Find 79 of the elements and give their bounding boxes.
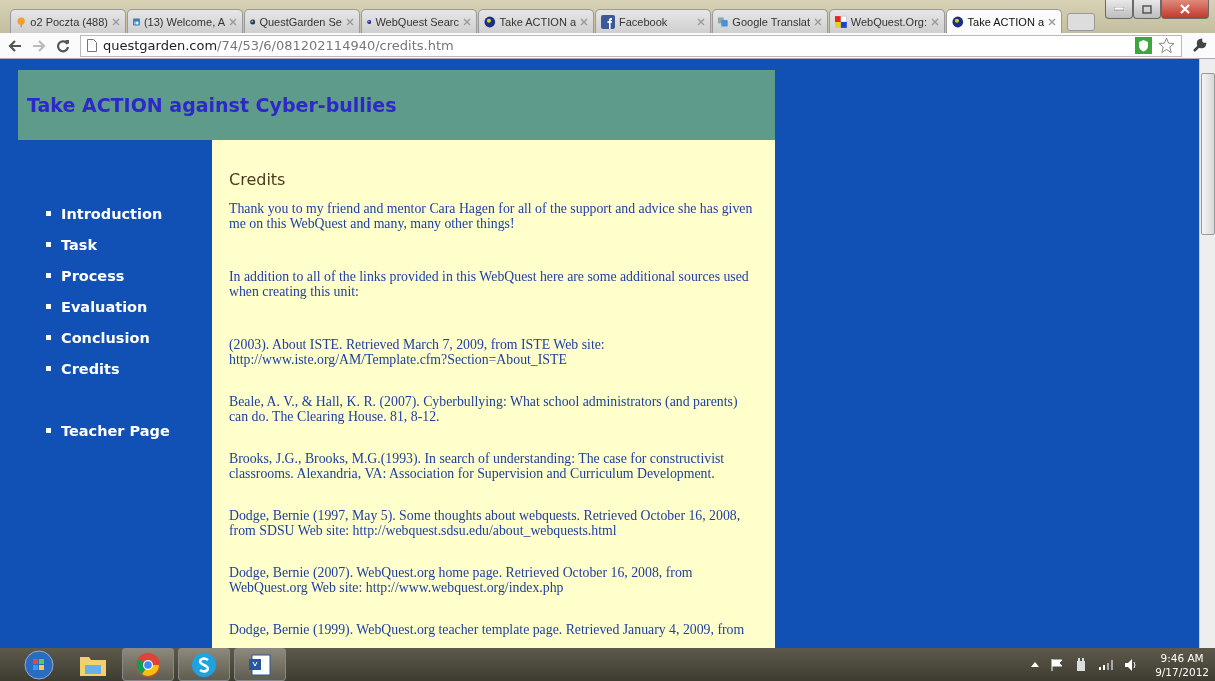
bullet-icon [46,211,51,216]
browser-tab[interactable]: Take ACTION a [478,9,594,33]
back-icon[interactable] [8,39,22,52]
reload-icon[interactable] [56,38,70,53]
document-app-button[interactable] [234,648,286,681]
reference-entry: (2003). About ISTE. Retrieved March 7, 2009, from ISTE Web site: http://www.iste.org/AM/Template.cfm?Section=About_ISTE [229,337,606,367]
browser-tab[interactable]: (13) Welcome, A [127,9,243,33]
bullet-icon [46,304,51,309]
squares-icon [835,14,847,29]
color-wheel-icon [135,651,161,678]
scroll-thumb[interactable] [1200,73,1215,235]
bullet-icon [46,366,51,371]
bullet-icon [46,428,51,433]
page-icon [87,39,97,52]
url-host: questgarden.com [103,38,218,53]
bullet-icon [46,242,51,247]
nav-link[interactable]: Evaluation [61,298,148,315]
reference-entry: Beale, A. V., & Hall, K. R. (2007). Cyberbullying: What school administrators (and parents) can do. The Clearing House. 81, 8-12. [229,394,739,424]
reference-entry: Dodge, Bernie (2007). WebQuest.org home page. Retrieved October 16, 2008, from WebQuest.org Web site: http://www.webquest.org/index.php [229,565,694,595]
nav-link[interactable]: Teacher Page [61,422,170,439]
four-squares-icon [24,649,54,680]
address-field[interactable]: questgarden.com/74/53/6/081202114940/credits.htm [80,34,1182,57]
close-icon[interactable] [229,17,237,26]
f-logo-icon [601,14,615,29]
nav-link[interactable]: Conclusion [61,329,150,346]
close-icon[interactable] [697,17,705,26]
bullet-icon [46,335,51,340]
clock-date: 9/17/2012 [1155,664,1209,679]
close-icon[interactable] [463,17,471,26]
wrench-icon[interactable] [1192,38,1207,53]
close-icon [1179,4,1191,14]
restore-button[interactable] [1133,0,1161,19]
paragraph: Thank you to my friend and mentor Cara Hagen for all of the support and advice she has given me on this WebQuest and many, many other things! [229,201,754,231]
star-icon[interactable] [1158,37,1175,54]
browser-tab[interactable]: Google Translat [712,9,828,33]
speaker-icon[interactable] [1125,658,1138,671]
close-icon[interactable] [346,17,354,26]
reference-entry: Brooks, J.G., Brooks, M.G.(1993). In search of understanding: The case for constructivist classrooms. Alexandria, VA: Association for Supervision and Curriculum Development. [229,451,726,481]
url-path: /74/53/6/081202114940/credits.htm [217,38,454,53]
power-plug-icon[interactable] [1075,657,1088,672]
restore-icon [1142,4,1152,14]
new-tab-button[interactable] [1067,13,1095,31]
translate-icon [718,14,729,29]
minimize-icon [1114,7,1124,11]
page-title: Take ACTION against Cyber-bullies [27,94,397,116]
reference-entry: Dodge, Bernie (1997, May 5). Some thoughts about webquests. Retrieved October 16, 2008, from SDSU Web site: http://webquest.sdsu.edu/about_webquests.html [229,508,742,538]
browser-tab[interactable]: Facebook [595,9,711,33]
browser-tab[interactable]: o2 Poczta (488) [10,9,126,33]
nav-link[interactable]: Task [61,236,98,253]
close-icon[interactable] [580,17,588,26]
document-icon [248,652,272,677]
up-arrow-icon[interactable] [1031,662,1040,667]
close-icon[interactable] [814,17,822,26]
bullet-icon [46,273,51,278]
close-icon[interactable] [112,17,120,26]
flag-icon[interactable] [1051,658,1064,671]
signal-bars-icon[interactable] [1099,659,1114,670]
reference-entry: Dodge, Bernie (1999). WebQuest.org teacher template page. Retrieved January 4, 2009, from [229,622,746,637]
nav-link[interactable]: Credits [61,360,120,377]
browser-tab[interactable]: Take ACTION a [946,9,1062,33]
nav-link[interactable]: Process [61,267,125,284]
browser-tab[interactable]: WebQuest.Org: [829,9,945,33]
close-button[interactable] [1161,0,1209,19]
close-icon[interactable] [931,17,939,26]
nav-link[interactable]: Introduction [61,205,163,222]
globe-icon [484,14,496,29]
close-icon[interactable] [1048,17,1056,26]
browser-tab[interactable]: QuestGarden Se [244,9,360,33]
paragraph: In addition to all of the links provided in this WebQuest here are some additional sources used when creating this unit: [229,269,750,299]
shield-icon[interactable] [1135,37,1152,54]
section-heading: Credits [229,170,287,189]
scrollbar[interactable] [1199,59,1215,648]
browser-taskbar-button[interactable] [122,648,174,681]
browser-tab[interactable]: WebQuest Searc [361,9,477,33]
chat-app-button[interactable] [178,648,230,681]
globe-icon [952,14,964,29]
minimize-button[interactable] [1105,0,1133,19]
clock-time: 9:46 AM [1160,650,1204,665]
s-logo-icon [191,651,217,678]
